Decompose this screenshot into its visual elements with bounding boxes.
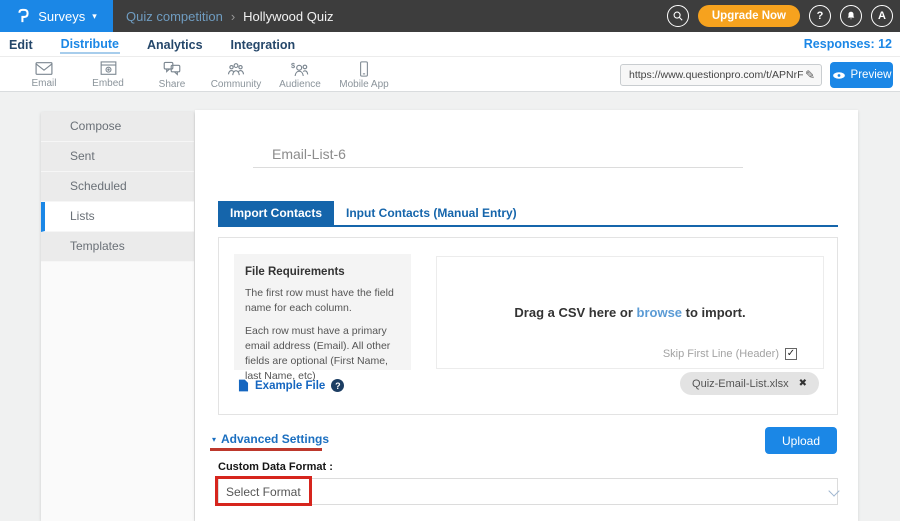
custom-data-format-label: Custom Data Format : — [218, 461, 333, 473]
eye-icon — [832, 71, 846, 80]
file-requirements-line: Each row must have a primary email addre… — [245, 324, 400, 384]
breadcrumb-survey-name[interactable]: Hollywood Quiz — [243, 9, 333, 24]
breadcrumb-separator-icon: › — [231, 9, 235, 24]
annotation-underline — [210, 448, 322, 451]
file-requirements-panel: File Requirements The first row must hav… — [234, 254, 411, 370]
nav-item-edit[interactable]: Edit — [8, 36, 34, 53]
breadcrumb-folder[interactable]: Quiz competition — [126, 9, 223, 24]
dropzone-text-before: Drag a CSV here or — [514, 305, 633, 320]
channel-embed[interactable]: Embed — [76, 60, 140, 90]
sidebar-item-scheduled[interactable]: Scheduled — [41, 172, 194, 202]
account-avatar[interactable]: A — [871, 5, 893, 27]
channel-label: Mobile App — [339, 79, 388, 90]
nav-item-analytics[interactable]: Analytics — [146, 36, 204, 53]
email-sidebar: Compose Sent Scheduled Lists Templates — [41, 112, 194, 521]
file-requirements-line: The first row must have the field name f… — [245, 286, 400, 316]
search-button[interactable] — [667, 5, 689, 27]
example-file-link[interactable]: Example File — [255, 380, 325, 392]
channel-label: Email — [31, 78, 56, 89]
community-icon — [226, 60, 246, 78]
channel-email[interactable]: Email — [12, 60, 76, 90]
channel-audience[interactable]: $ Audience — [268, 60, 332, 90]
channel-mobile-app[interactable]: Mobile App — [332, 60, 396, 90]
sidebar-item-compose[interactable]: Compose — [41, 112, 194, 142]
help-button[interactable]: ? — [809, 5, 831, 27]
advanced-settings-toggle[interactable]: ▾ Advanced Settings — [212, 432, 329, 446]
browse-link[interactable]: browse — [637, 305, 683, 320]
channel-label: Share — [159, 79, 186, 90]
channel-share[interactable]: Share — [140, 60, 204, 90]
sidebar-item-sent[interactable]: Sent — [41, 142, 194, 172]
nav-item-integration[interactable]: Integration — [230, 36, 297, 53]
contacts-tabs: Import Contacts Input Contacts (Manual E… — [218, 201, 838, 227]
responses-count[interactable]: Responses: 12 — [804, 37, 892, 51]
example-file-row: Example File ? — [238, 379, 344, 392]
preview-button[interactable]: Preview — [830, 62, 893, 88]
nav-item-distribute[interactable]: Distribute — [60, 35, 120, 54]
channel-community[interactable]: Community — [204, 60, 268, 90]
uploaded-file-chip: Quiz-Email-List.xlsx ✖ — [680, 372, 819, 395]
skip-first-line-label: Skip First Line (Header) — [663, 348, 779, 360]
topbar-actions: Upgrade Now ? A — [667, 5, 900, 27]
file-icon — [238, 379, 249, 392]
tab-input-contacts-manual[interactable]: Input Contacts (Manual Entry) — [334, 201, 529, 225]
survey-url-input[interactable] — [621, 69, 805, 81]
questionpro-logo — [16, 7, 31, 25]
channel-label: Audience — [279, 79, 321, 90]
distribute-toolbar: Email Embed Share — [0, 57, 900, 92]
survey-nav: Edit Distribute Analytics Integration Re… — [0, 32, 900, 57]
csv-dropzone[interactable]: Drag a CSV here or browse to import. Ski… — [436, 256, 824, 369]
list-name-input[interactable] — [253, 142, 743, 168]
file-requirements-title: File Requirements — [245, 266, 400, 278]
advanced-settings-label: Advanced Settings — [221, 432, 329, 446]
upload-button[interactable]: Upload — [765, 427, 837, 454]
channel-label: Community — [211, 79, 262, 90]
sidebar-item-lists[interactable]: Lists — [41, 202, 194, 232]
upgrade-now-button[interactable]: Upgrade Now — [698, 5, 800, 27]
lists-panel: Import Contacts Input Contacts (Manual E… — [195, 110, 858, 521]
skip-first-line-checkbox[interactable]: ✓ — [785, 348, 797, 360]
surveys-menu-label: Surveys — [38, 9, 85, 24]
share-icon — [162, 60, 182, 78]
skip-first-line-row: Skip First Line (Header) ✓ — [663, 348, 797, 360]
chevron-down-icon: ▾ — [92, 12, 97, 21]
survey-url-field: ✎ — [620, 64, 822, 86]
channel-label: Embed — [92, 78, 124, 89]
email-icon — [34, 60, 54, 77]
audience-icon: $ — [290, 60, 310, 78]
remove-file-icon[interactable]: ✖ — [799, 378, 807, 389]
questionpro-app: Surveys ▾ Quiz competition › Hollywood Q… — [0, 0, 900, 521]
top-bar: Surveys ▾ Quiz competition › Hollywood Q… — [0, 0, 900, 32]
dropzone-text-after: to import. — [686, 305, 746, 320]
bell-icon — [845, 10, 857, 22]
mobile-app-icon — [355, 60, 373, 78]
tab-import-contacts[interactable]: Import Contacts — [218, 201, 334, 225]
edit-url-icon[interactable]: ✎ — [805, 68, 821, 82]
sidebar-item-templates[interactable]: Templates — [41, 232, 194, 262]
search-icon — [672, 10, 684, 22]
import-contacts-box: File Requirements The first row must hav… — [218, 237, 838, 415]
breadcrumb: Quiz competition › Hollywood Quiz — [113, 9, 334, 24]
preview-button-label: Preview — [851, 69, 892, 81]
svg-text:$: $ — [291, 61, 295, 70]
embed-icon — [99, 60, 118, 77]
notifications-button[interactable] — [840, 5, 862, 27]
surveys-menu[interactable]: Surveys ▾ — [0, 0, 113, 32]
triangle-down-icon: ▾ — [212, 435, 216, 444]
uploaded-file-name: Quiz-Email-List.xlsx — [692, 378, 789, 390]
dropzone-text: Drag a CSV here or browse to import. — [514, 305, 745, 320]
help-icon[interactable]: ? — [331, 379, 344, 392]
annotation-highlight-box — [215, 476, 312, 506]
